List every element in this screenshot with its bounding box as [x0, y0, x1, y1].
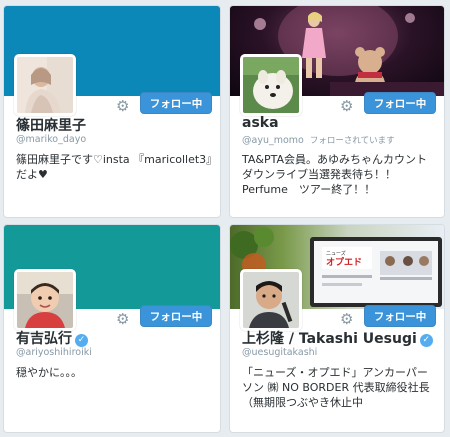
avatar-photo	[17, 57, 73, 113]
username[interactable]: @ayu_momo フォローされています	[242, 134, 395, 146]
username[interactable]: @ariyoshihiroiki	[16, 347, 92, 358]
username[interactable]: @mariko_dayo	[16, 134, 86, 145]
following-button[interactable]: フォロー中	[364, 305, 436, 327]
profile-bio: 篠田麻里子です♡insta 『maricollet3』だよ♥	[16, 153, 212, 181]
profile-bio: TA&PTA会員。あゆみちゃんカウントダウンライブ当選発表待ち！！ Perfum…	[242, 153, 427, 196]
follows-you-label: フォローされています	[309, 136, 395, 146]
profile-card[interactable]: ニューズ オプエド ⚙ フォロー中 上杉隆 / Takashi Uesugi ✓ …	[229, 224, 445, 433]
display-name[interactable]: 篠田麻里子	[16, 115, 86, 135]
svg-text:ニューズ: ニューズ	[326, 250, 346, 257]
display-name[interactable]: 上杉隆 / Takashi Uesugi ✓	[242, 328, 433, 348]
following-button[interactable]: フォロー中	[140, 92, 212, 114]
username-text[interactable]: @uesugitakashi	[242, 347, 317, 358]
gear-icon[interactable]: ⚙	[116, 311, 132, 327]
gear-icon[interactable]: ⚙	[340, 98, 356, 114]
display-name[interactable]: 有吉弘行 ✓	[16, 328, 88, 348]
following-button[interactable]: フォロー中	[364, 92, 436, 114]
username-text[interactable]: @ayu_momo	[242, 135, 304, 146]
svg-text:オプエド: オプエド	[326, 256, 362, 268]
username-text[interactable]: @mariko_dayo	[16, 134, 86, 145]
avatar[interactable]	[240, 269, 302, 331]
avatar[interactable]	[14, 54, 76, 116]
verified-badge-icon: ✓	[419, 334, 433, 347]
gear-icon[interactable]: ⚙	[116, 98, 132, 114]
profile-bio: 「ニューズ・オプエド」アンカーパーソン ㈱ NO BORDER 代表取締役社長（…	[242, 366, 430, 409]
avatar-photo	[243, 272, 299, 328]
username-text[interactable]: @ariyoshihiroiki	[16, 347, 92, 358]
display-name-text[interactable]: 上杉隆 / Takashi Uesugi	[242, 331, 417, 347]
avatar-photo	[17, 272, 73, 328]
avatar[interactable]	[14, 269, 76, 331]
username[interactable]: @uesugitakashi	[242, 347, 317, 358]
profile-card[interactable]: ⚙ フォロー中 有吉弘行 ✓ @ariyoshihiroiki 穏やかに。。。	[3, 224, 221, 433]
following-button[interactable]: フォロー中	[140, 305, 212, 327]
display-name-text[interactable]: 有吉弘行	[16, 331, 72, 347]
profile-card[interactable]: ⚙ フォロー中 篠田麻里子 @mariko_dayo 篠田麻里子です♡insta…	[3, 5, 221, 218]
display-name[interactable]: aska	[242, 115, 279, 131]
gear-icon[interactable]: ⚙	[340, 311, 356, 327]
profile-card[interactable]: ⚙ フォロー中 aska @ayu_momo フォローされています TA&PTA会…	[229, 5, 445, 218]
verified-badge-icon: ✓	[75, 334, 88, 347]
avatar-photo	[243, 57, 299, 113]
avatar[interactable]	[240, 54, 302, 116]
profile-bio: 穏やかに。。。	[16, 366, 82, 379]
